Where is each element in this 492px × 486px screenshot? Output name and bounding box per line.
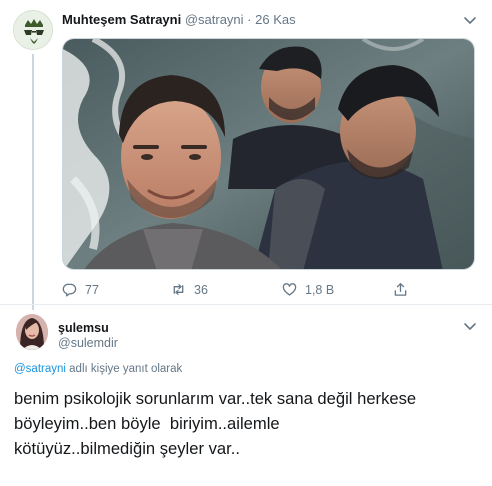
heart-icon [282, 283, 297, 296]
reply-text: benim psikolojik sorunlarım var..tek san… [14, 386, 484, 461]
reply-text-line: kötüyüz..bilmediğin şeyler var.. [14, 439, 240, 458]
tweet-divider [0, 304, 492, 305]
tweet-photo[interactable] [62, 38, 475, 270]
retweet-action[interactable]: 36 [171, 282, 208, 297]
reply-text-line: böyleyim..ben böyle biriyim..ailemle [14, 414, 280, 433]
reply-user-avatar[interactable] [16, 314, 48, 350]
meta-separator: · [247, 12, 252, 27]
share-icon [394, 283, 407, 296]
like-count: 1,8 B [305, 282, 335, 297]
like-action[interactable]: 1,8 B [282, 282, 334, 297]
user-avatar[interactable] [13, 10, 53, 50]
chevron-down-icon[interactable] [462, 318, 478, 334]
chevron-down-icon[interactable] [462, 12, 478, 28]
crown-glasses-icon [14, 11, 52, 49]
reply-display-name[interactable]: şulemsu [58, 321, 109, 335]
tweet-date[interactable]: 26 Kas [255, 12, 295, 27]
reply-icon [62, 283, 77, 297]
share-action[interactable] [393, 282, 408, 297]
display-name[interactable]: Muhteşem Satrayni [62, 12, 181, 27]
replying-to-mention[interactable]: @satrayni [14, 363, 66, 375]
thread-connector-line [32, 54, 34, 310]
user-handle[interactable]: @satrayni [185, 12, 244, 27]
tweet-actions: 77 36 1,8 B [62, 282, 482, 300]
reply-action[interactable]: 77 [62, 282, 99, 297]
reply-user-handle[interactable]: @sulemdir [58, 336, 118, 350]
reply-count: 77 [85, 282, 99, 297]
avatar-photo [16, 314, 48, 350]
retweet-icon [173, 284, 184, 295]
replying-to-text: adlı kişiye yanıt olarak [65, 363, 183, 375]
reply-text-line: benim psikolojik sorunlarım var..tek san… [14, 389, 417, 408]
photo-image [63, 39, 474, 269]
retweet-count: 36 [194, 282, 208, 297]
tweet-header: Muhteşem Satrayni @satrayni · 26 Kas [62, 12, 296, 27]
original-tweet: Muhteşem Satrayni @satrayni · 26 Kas 77 … [0, 0, 492, 310]
replying-to-line: @satrayni adlı kişiye yanıt olarak [14, 363, 182, 375]
